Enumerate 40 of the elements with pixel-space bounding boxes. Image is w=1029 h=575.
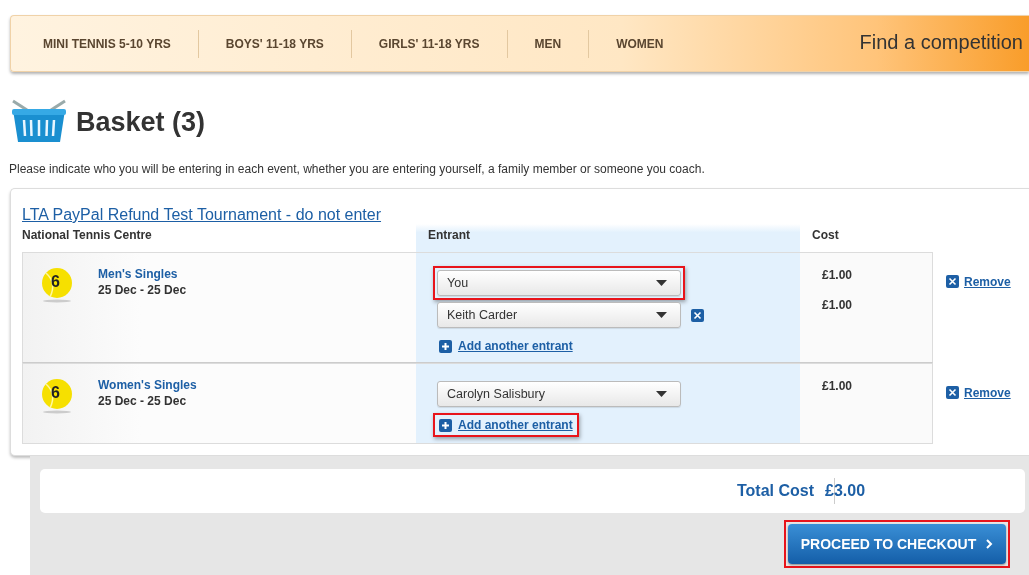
add-entrant-link[interactable]: Add another entrant [437,417,575,433]
remove-link[interactable]: Remove [946,274,1011,289]
entrant-cost: £1.00 [822,298,854,312]
tennis-ball-icon [41,267,73,303]
plus-icon [439,418,452,432]
nav-link[interactable]: WOMEN [589,29,691,58]
tennis-ball-icon [41,378,73,414]
checkout-button[interactable]: PROCEED TO CHECKOUT [788,524,1006,564]
grade-number: 6 [51,273,60,291]
add-entrant-link[interactable]: Add another entrant [437,338,575,354]
column-header: Entrant [416,224,800,252]
close-icon[interactable] [691,308,704,322]
plus-icon [439,339,452,353]
caret-icon [656,280,667,286]
close-icon [946,386,959,399]
instructions-text: Please indicate who you will be entering in each event, whether you are entering yourself, a family member or someone you coach. [9,162,706,176]
caret-icon [656,391,667,397]
event-name: Women's Singles [98,378,197,392]
nav-link[interactable]: GIRLS' 11-18 YRS [351,29,508,58]
nav-link[interactable]: MINI TENNIS 5-10 YRS [11,29,199,58]
column-header: Cost [811,227,840,244]
column-header: National Tennis Centre [22,227,153,244]
entrant-dropdown[interactable]: You [437,270,681,296]
page-title: Basket (3) [76,106,206,138]
entrant-cost: £1.00 [822,268,854,282]
close-icon [946,275,959,288]
tournament-link[interactable]: LTA PayPal Refund Test Tournament - do not enter [22,206,382,224]
caret-icon [656,312,667,318]
event-dates: 25 Dec - 25 Dec [98,283,187,297]
chevron-icon [986,539,994,549]
grade-number: 6 [51,384,60,402]
nav-link[interactable]: MEN [507,29,590,58]
event-dates: 25 Dec - 25 Dec [98,394,188,408]
entrant-dropdown[interactable]: Carolyn Salisbury [437,381,681,407]
event-name: Men's Singles [98,267,179,281]
section-title: Find a competition [859,31,1024,54]
entrant-cost: £1.00 [822,379,854,393]
remove-link[interactable]: Remove [946,385,1011,400]
nav-link[interactable]: BOYS' 11-18 YRS [198,29,352,58]
entrant-dropdown[interactable]: Keith Carder [437,302,681,328]
